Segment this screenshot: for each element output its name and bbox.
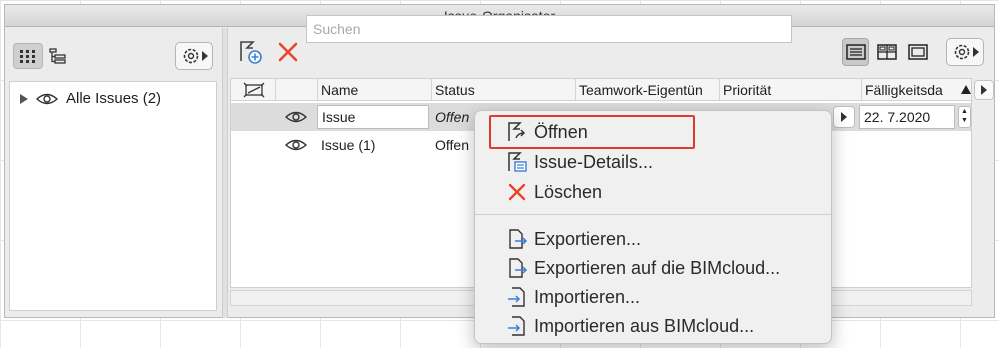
menu-item-export[interactable]: Exportieren... — [475, 225, 831, 253]
issue-details-icon — [508, 152, 527, 172]
import-icon — [508, 316, 525, 336]
eye-icon — [285, 139, 307, 151]
due-date-stepper[interactable]: ▲ ▼ — [958, 106, 971, 128]
menu-item-label: Issue-Details... — [534, 151, 654, 172]
menu-item-issue-details[interactable]: Issue-Details... — [475, 148, 831, 176]
scroll-columns-right-button[interactable] — [974, 80, 994, 100]
open-item-highlight-frame — [489, 115, 695, 149]
column-visibility[interactable] — [275, 79, 317, 101]
eye-icon — [285, 111, 307, 123]
layout-segment — [842, 38, 932, 66]
new-issue-button[interactable] — [236, 38, 264, 66]
issue-name: Issue (1) — [321, 137, 376, 153]
search-input[interactable]: Suchen — [306, 15, 792, 43]
eye-icon — [36, 93, 58, 104]
list-layout-icon — [845, 44, 866, 60]
menu-item-label: Importieren... — [534, 286, 641, 307]
menu-item-delete[interactable]: Löschen — [475, 178, 831, 206]
column-select-all[interactable] — [231, 79, 275, 101]
menu-item-label: Löschen — [534, 181, 603, 202]
single-layout-button[interactable] — [905, 38, 932, 66]
list-layout-button[interactable] — [842, 38, 870, 66]
issue-status: Offen — [435, 137, 469, 153]
menu-item-label: Exportieren auf die BIMcloud... — [534, 257, 781, 278]
import-icon — [508, 287, 525, 307]
issue-markup-icon — [243, 82, 265, 98]
single-layout-icon — [908, 44, 929, 60]
delete-issue-button[interactable] — [274, 38, 302, 66]
due-date-field[interactable]: 22. 7.2020 — [859, 105, 955, 129]
right-toolbar: Suchen — [0, 0, 999, 80]
disclosure-triangle-icon[interactable] — [20, 93, 28, 104]
chevron-right-icon — [972, 47, 979, 57]
sort-ascending-icon[interactable] — [961, 85, 971, 94]
delete-x-icon — [508, 183, 526, 201]
tree-item-all-issues[interactable]: Alle Issues (2) — [20, 90, 161, 107]
menu-item-import-bimcloud[interactable]: Importieren aus BIMcloud... — [475, 312, 831, 340]
column-priority[interactable]: Priorität — [719, 79, 861, 101]
new-issue-icon — [240, 41, 262, 64]
split-layout-icon — [877, 44, 897, 60]
export-icon — [509, 229, 528, 249]
column-name[interactable]: Name — [317, 79, 431, 101]
table-header: Name Status Teamwork-Eigentün Priorität … — [231, 79, 971, 101]
priority-expand-button[interactable] — [833, 106, 855, 128]
issue-tree: Alle Issues (2) — [9, 81, 217, 311]
column-teamwork-owner[interactable]: Teamwork-Eigentün — [575, 79, 719, 101]
chevron-right-icon — [981, 85, 987, 95]
export-icon — [509, 258, 528, 278]
gear-icon — [954, 44, 969, 60]
column-status[interactable]: Status — [431, 79, 575, 101]
menu-item-label: Exportieren... — [534, 228, 642, 249]
menu-item-export-bimcloud[interactable]: Exportieren auf die BIMcloud... — [475, 254, 831, 282]
chevron-right-icon — [841, 112, 847, 122]
menu-item-label: Importieren aus BIMcloud... — [534, 315, 755, 336]
right-settings-button[interactable] — [946, 38, 984, 66]
issue-name-field[interactable]: Issue — [317, 105, 429, 129]
split-layout-button[interactable] — [873, 38, 900, 66]
column-due-date[interactable]: Fälligkeitsda — [861, 79, 973, 101]
tree-item-label: Alle Issues (2) — [66, 90, 162, 107]
delete-x-icon — [278, 42, 298, 62]
issue-status: Offen — [435, 109, 470, 125]
menu-separator — [475, 214, 831, 215]
menu-item-import[interactable]: Importieren... — [475, 283, 831, 311]
